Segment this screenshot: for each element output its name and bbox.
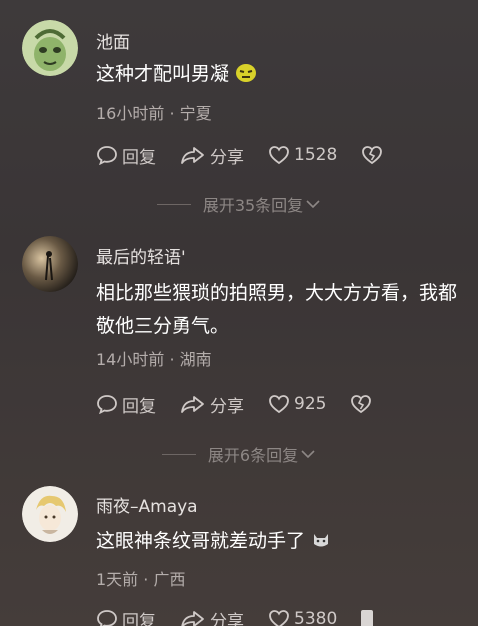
- share-arrow-icon: [181, 396, 204, 413]
- broken-heart-icon: [351, 395, 372, 414]
- comment-author[interactable]: 池面: [96, 28, 130, 53]
- comment-author[interactable]: 雨夜–Amaya: [96, 492, 198, 517]
- comment-text: 相比那些猥琐的拍照男，大大方方看，我都 敬他三分勇气。: [96, 277, 466, 343]
- chevron-down-icon: [301, 450, 315, 459]
- comment-meta: 14小时前 · 湖南: [96, 350, 212, 369]
- like-count: 925: [294, 394, 327, 414]
- heart-icon: [269, 395, 289, 414]
- expand-replies-button[interactable]: 展开35条回复: [0, 192, 478, 216]
- dislike-button[interactable]: [361, 145, 383, 165]
- expand-replies-label: 展开6条回复: [207, 446, 299, 465]
- share-label: 分享: [210, 611, 244, 626]
- heart-icon: [269, 146, 289, 165]
- comment-text: 这种才配叫男凝: [96, 58, 466, 94]
- expand-replies-label: 展开35条回复: [202, 196, 304, 215]
- like-button[interactable]: 5380: [268, 609, 337, 626]
- comment-text-line: 相比那些猥琐的拍照男，大大方方看，我都: [96, 282, 458, 304]
- share-label: 分享: [210, 396, 244, 417]
- like-button[interactable]: 925: [268, 394, 326, 414]
- share-arrow-icon: [181, 147, 204, 164]
- expand-replies-button[interactable]: 展开6条回复: [0, 442, 478, 466]
- share-button[interactable]: 分享: [180, 392, 244, 417]
- divider-line: [156, 203, 191, 205]
- reply-label: 回复: [122, 147, 156, 168]
- angry-face-emoji-icon: [235, 61, 257, 94]
- comment-author[interactable]: 最后的轻语': [96, 243, 186, 268]
- avatar[interactable]: [22, 486, 78, 542]
- share-arrow-icon: [181, 611, 204, 626]
- cat-face-emoji-icon: [311, 528, 331, 561]
- reply-label: 回复: [122, 611, 156, 626]
- broken-heart-icon: [362, 146, 383, 165]
- reply-bubble-icon: [97, 610, 117, 626]
- avatar[interactable]: [22, 236, 78, 292]
- comment-text-content: 这眼神条纹哥就差动手了: [96, 530, 306, 552]
- comment-actions: 回复 分享 925: [96, 392, 372, 417]
- reply-label: 回复: [122, 396, 156, 417]
- reply-button[interactable]: 回复: [96, 607, 156, 626]
- like-count: 1528: [294, 145, 338, 165]
- avatar[interactable]: [22, 20, 78, 76]
- comment-actions: 回复 分享 1528: [96, 143, 383, 168]
- share-button[interactable]: 分享: [180, 143, 244, 168]
- chevron-down-icon: [306, 200, 320, 209]
- like-count: 5380: [294, 609, 338, 626]
- reply-button[interactable]: 回复: [96, 392, 156, 417]
- reply-button[interactable]: 回复: [96, 143, 156, 168]
- share-button[interactable]: 分享: [180, 607, 244, 626]
- dislike-button[interactable]: [361, 610, 374, 626]
- scroll-indicator: [361, 610, 374, 626]
- comment-text: 这眼神条纹哥就差动手了: [96, 525, 466, 561]
- dislike-button[interactable]: [350, 394, 372, 414]
- reply-bubble-icon: [97, 395, 117, 414]
- comment-meta: 16小时前 · 宁夏: [96, 104, 212, 123]
- like-button[interactable]: 1528: [268, 145, 337, 165]
- reply-bubble-icon: [97, 146, 117, 165]
- comment-text-content: 这种才配叫男凝: [96, 63, 230, 85]
- heart-icon: [269, 610, 289, 626]
- comment-actions: 回复 分享 5380: [96, 607, 374, 626]
- comment-text-line: 敬他三分勇气。: [96, 315, 230, 337]
- share-label: 分享: [210, 147, 244, 168]
- divider-line: [161, 453, 196, 455]
- comment-meta: 1天前 · 广西: [96, 570, 186, 589]
